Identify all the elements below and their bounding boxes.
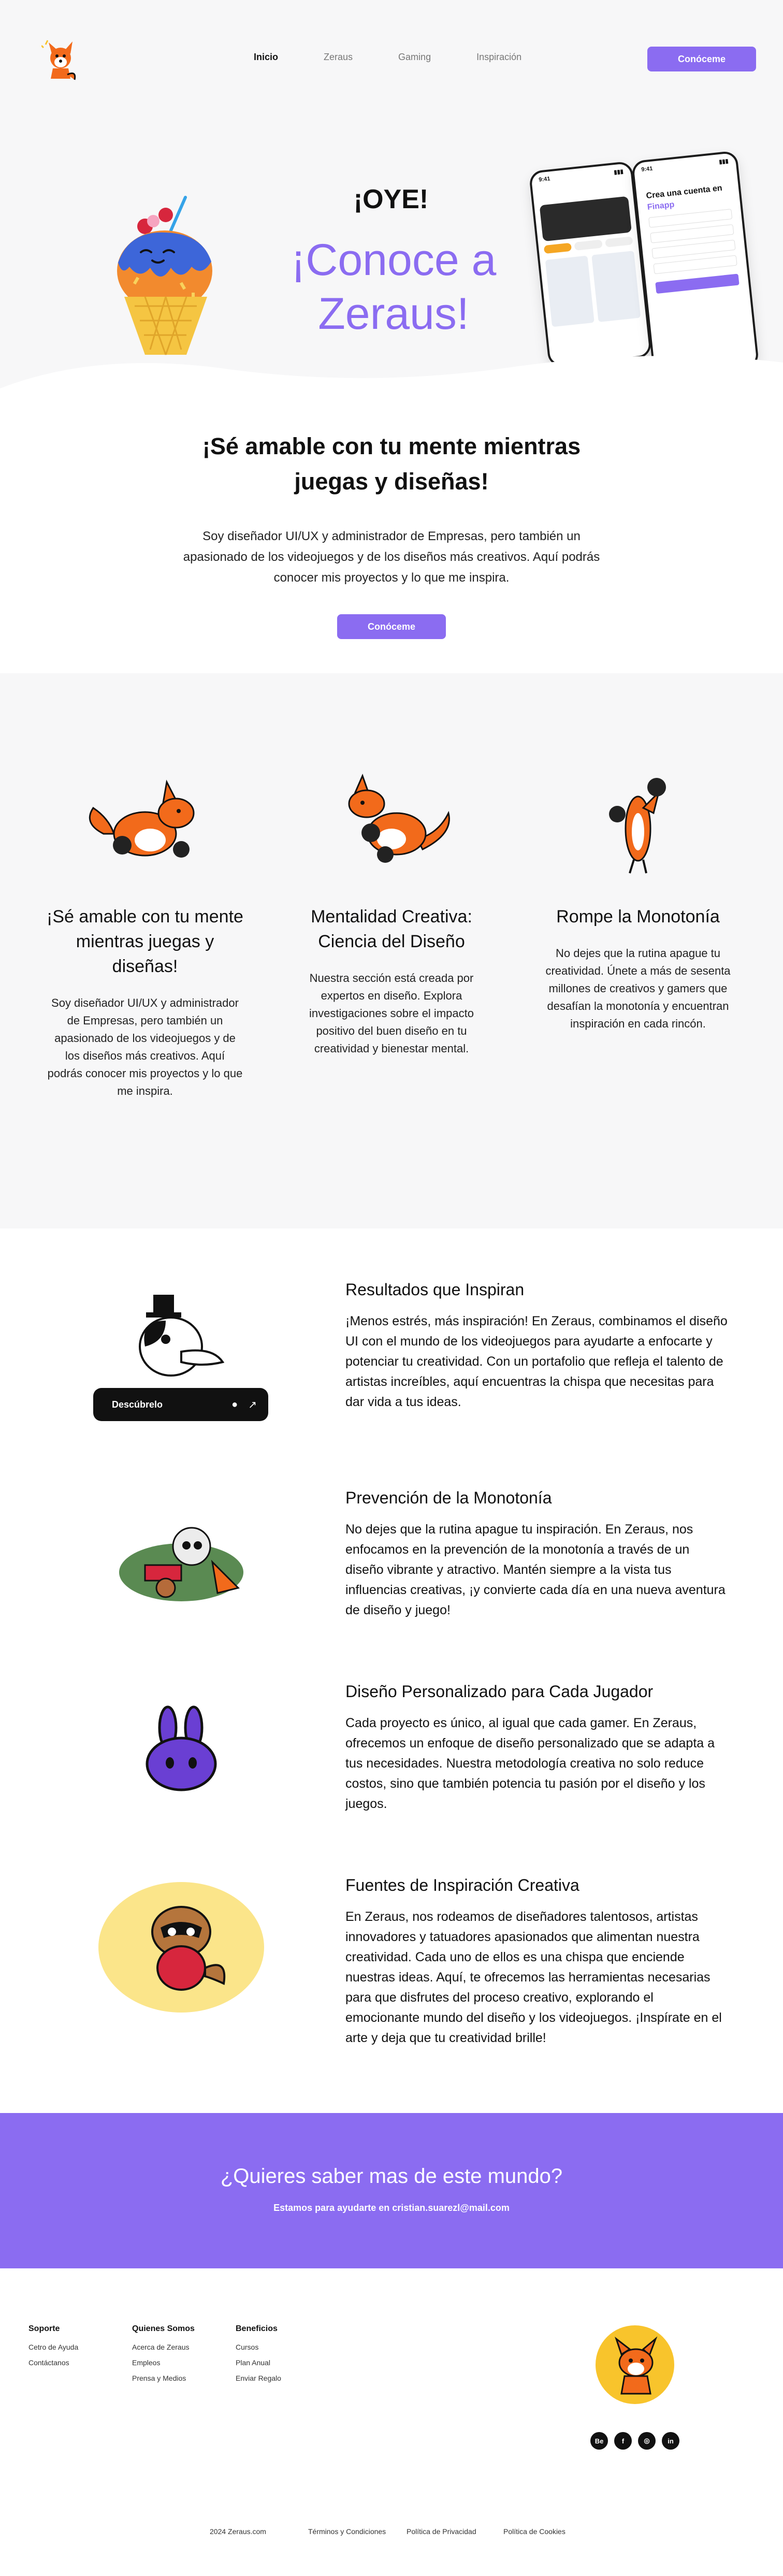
hero-title: ¡Conoce a Zeraus! bbox=[291, 235, 497, 339]
duck-mini-icon: ● bbox=[231, 1398, 238, 1410]
hero-wave bbox=[0, 356, 783, 404]
feature-title: Mentalidad Creativa: Ciencia del Diseño bbox=[311, 907, 472, 951]
footer-column-title: Quienes Somos bbox=[132, 2324, 195, 2333]
nav-item-gaming[interactable]: Gaming bbox=[398, 52, 431, 63]
feature-text: Soy diseñador UI/UX y administrador de E… bbox=[47, 996, 243, 1097]
feature-card: Mentalidad Creativa: Ciencia del Diseño … bbox=[293, 772, 490, 1058]
footer-column-quienes-somos: Quienes Somos Acerca de Zeraus Empleos P… bbox=[132, 2324, 195, 2390]
phone-time: 9:41 bbox=[641, 165, 653, 173]
fox-logo-icon[interactable] bbox=[41, 38, 79, 82]
phone-time: 9:41 bbox=[538, 176, 551, 183]
behance-icon[interactable]: Be bbox=[590, 2432, 608, 2450]
duck-illustration bbox=[139, 1295, 225, 1377]
product-image bbox=[545, 255, 594, 327]
nav-item-zeraus[interactable]: Zeraus bbox=[324, 52, 353, 63]
row-title: Resultados que Inspiran bbox=[345, 1280, 525, 1299]
nav-item-inicio[interactable]: Inicio bbox=[254, 52, 278, 63]
feature-title: ¡Sé amable con tu mente mientras juegas … bbox=[47, 907, 243, 976]
footer-link[interactable]: Acerca de Zeraus bbox=[132, 2343, 195, 2351]
features-section: ¡Sé amable con tu mente mientras juegas … bbox=[0, 673, 783, 1228]
row-text: ¡Menos estrés, más inspiración! En Zerau… bbox=[345, 1314, 728, 1409]
footer-link[interactable]: Enviar Regalo bbox=[236, 2374, 281, 2382]
row-title: Prevención de la Monotonía bbox=[345, 1488, 552, 1507]
product-image bbox=[591, 251, 641, 322]
promo-card bbox=[539, 196, 632, 242]
form-field bbox=[653, 255, 737, 274]
band-title: ¿Quieres saber mas de este mundo? bbox=[220, 2165, 563, 2188]
row-text: No dejes que la rutina apague tu inspira… bbox=[345, 1522, 726, 1617]
arrow-up-right-icon: ↗ bbox=[248, 1399, 257, 1411]
battery-icon: ▮▮▮ bbox=[718, 158, 729, 166]
facebook-icon[interactable]: f bbox=[614, 2432, 632, 2450]
discover-label: Descúbrelo bbox=[112, 1399, 163, 1410]
row-body: Prevención de la Monotonía No dejes que … bbox=[345, 1487, 730, 1620]
instagram-icon[interactable]: ◎ bbox=[638, 2432, 656, 2450]
signup-button bbox=[655, 273, 740, 294]
raccoon-badge-illustration bbox=[98, 1882, 264, 2013]
discover-button[interactable]: Descúbrelo ● ↗ bbox=[93, 1388, 268, 1421]
bunny-icon bbox=[146, 1705, 217, 1791]
nav-cta-button[interactable]: Conóceme bbox=[647, 47, 756, 71]
linkedin-icon[interactable]: in bbox=[662, 2432, 679, 2450]
footer-column-title: Beneficios bbox=[236, 2324, 278, 2333]
band-email-text[interactable]: Estamos para ayudarte en cristian.suarez… bbox=[0, 2203, 783, 2213]
footer-link[interactable]: Cetro de Ayuda bbox=[28, 2343, 78, 2351]
footer-link[interactable]: Cursos bbox=[236, 2343, 281, 2351]
intro-title: ¡Sé amable con tu mente mientras juegas … bbox=[202, 433, 581, 495]
footer-fox-badge bbox=[596, 2325, 674, 2404]
contact-band: ¿Quieres saber mas de este mundo? Estamo… bbox=[0, 2113, 783, 2268]
footer-link[interactable]: Prensa y Medios bbox=[132, 2374, 195, 2382]
fox-icon bbox=[615, 2336, 658, 2395]
skull-pile-illustration bbox=[119, 1527, 243, 1601]
intro-cta-button[interactable]: Conóceme bbox=[337, 614, 446, 639]
intro-text: Soy diseñador UI/UX y administrador de E… bbox=[183, 529, 600, 585]
copyright: 2024 Zeraus.com bbox=[210, 2527, 266, 2536]
form-field bbox=[650, 224, 734, 243]
nav-item-inspiracion[interactable]: Inspiración bbox=[476, 52, 521, 63]
hero-kicker: ¡OYE! bbox=[353, 184, 429, 214]
row-text: En Zeraus, nos rodeamos de diseñadores t… bbox=[345, 1909, 722, 2045]
product-grid bbox=[539, 244, 646, 334]
footer-column-soporte: Soporte Cetro de Ayuda Contáctanos bbox=[28, 2324, 78, 2374]
row-body: Diseño Personalizado para Cada Jugador C… bbox=[345, 1681, 730, 1814]
hero-section: Inicio Zeraus Gaming Inspiración Conócem… bbox=[0, 0, 783, 404]
legal-link-cookies[interactable]: Política de Cookies bbox=[503, 2527, 566, 2536]
row-title: Diseño Personalizado para Cada Jugador bbox=[345, 1682, 654, 1701]
feature-text: Nuestra sección está creada por expertos… bbox=[309, 972, 474, 1055]
fox-jumping-illustration bbox=[609, 778, 666, 874]
fox-fighting-illustration bbox=[348, 773, 450, 863]
form-field bbox=[651, 239, 736, 259]
footer-column-beneficios: Beneficios Cursos Plan Anual Enviar Rega… bbox=[236, 2324, 281, 2390]
row-body: Fuentes de Inspiración Creativa En Zerau… bbox=[345, 1875, 730, 2048]
row-body: Resultados que Inspiran ¡Menos estrés, m… bbox=[345, 1279, 730, 1412]
footer-link[interactable]: Contáctanos bbox=[28, 2358, 78, 2367]
footer-link[interactable]: Plan Anual bbox=[236, 2358, 281, 2367]
feature-card: ¡Sé amable con tu mente mientras juegas … bbox=[47, 772, 243, 1100]
battery-icon: ▮▮▮ bbox=[613, 168, 624, 176]
feature-title: Rompe la Monotonía bbox=[556, 907, 720, 927]
row-text: Cada proyecto es único, al igual que cad… bbox=[345, 1716, 715, 1811]
legal-link-privacy[interactable]: Política de Privacidad bbox=[407, 2527, 476, 2536]
main-nav: Inicio Zeraus Gaming Inspiración bbox=[254, 52, 521, 63]
feature-text: No dejes que la rutina apague tu creativ… bbox=[545, 947, 731, 1030]
footer-column-title: Soporte bbox=[28, 2324, 60, 2333]
form-field bbox=[648, 209, 733, 228]
page: Inicio Zeraus Gaming Inspiración Conócem… bbox=[0, 0, 783, 2576]
social-links: Be f ◎ in bbox=[590, 2432, 679, 2450]
legal-link-terms[interactable]: Términos y Condiciones bbox=[308, 2527, 386, 2536]
fox-running-illustration bbox=[89, 779, 195, 858]
row-title: Fuentes de Inspiración Creativa bbox=[345, 1876, 579, 1894]
feature-card: Rompe la Monotonía No dejes que la rutin… bbox=[540, 772, 736, 1033]
footer-link[interactable]: Empleos bbox=[132, 2358, 195, 2367]
